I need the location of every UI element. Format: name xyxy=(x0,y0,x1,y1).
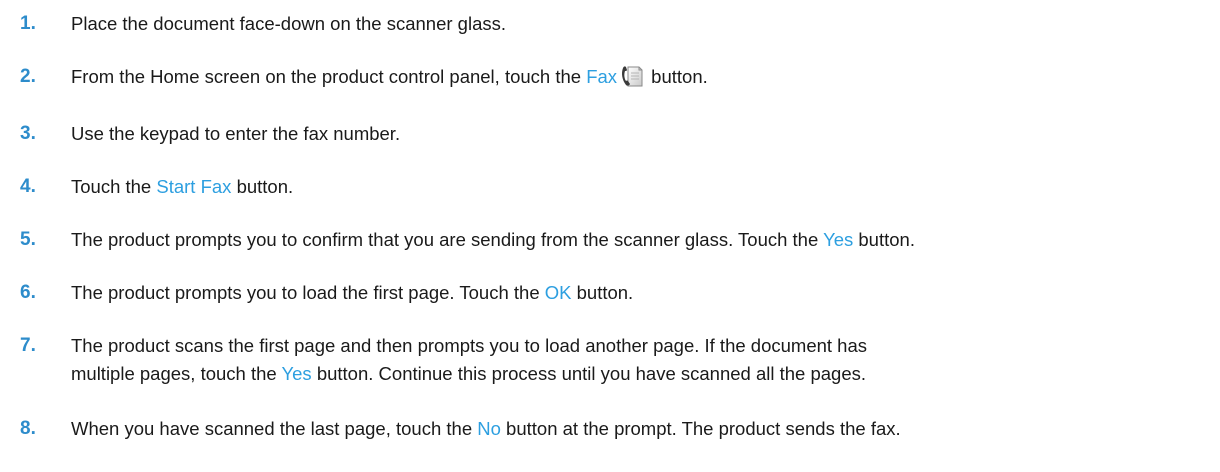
step-text-after: button. Continue this process until you … xyxy=(311,363,867,384)
step-number: 8. xyxy=(20,418,36,439)
step-text: From the Home screen on the product cont… xyxy=(71,63,1211,91)
step-text-body: Place the document face-down on the scan… xyxy=(71,13,507,34)
step-text-before: The product prompts you to load the firs… xyxy=(71,282,545,303)
step-number: 6. xyxy=(20,282,36,303)
step-text: When you have scanned the last page, tou… xyxy=(71,415,1211,443)
step-number: 7. xyxy=(20,335,36,356)
step-text-after: button. xyxy=(853,229,915,250)
step-text-after: button. xyxy=(571,282,634,303)
step-text-after: button. xyxy=(646,66,708,87)
fax-icon xyxy=(620,64,644,88)
step-text: The product prompts you to confirm that … xyxy=(71,226,1211,254)
yes-button-reference: Yes xyxy=(823,229,854,250)
step-text: Use the keypad to enter the fax number. xyxy=(71,120,1211,148)
step-text: The product prompts you to load the firs… xyxy=(71,279,1211,307)
step-number: 4. xyxy=(20,176,36,197)
no-button-reference: No xyxy=(477,418,501,439)
start-fax-button-reference: Start Fax xyxy=(156,176,232,197)
step-text-before: From the Home screen on the product cont… xyxy=(71,66,587,87)
step-text: The product scans the first page and the… xyxy=(71,332,1211,388)
step-text-after: button at the prompt. The product sends … xyxy=(500,418,901,439)
step-text-before: multiple pages, touch the xyxy=(71,363,282,384)
step-number: 3. xyxy=(20,123,36,144)
step-text-before: Touch the xyxy=(71,176,157,197)
step-text-line1: The product scans the first page and the… xyxy=(71,335,868,356)
yes-button-reference: Yes xyxy=(281,363,312,384)
step-number: 2. xyxy=(20,66,36,87)
step-text-body: Use the keypad to enter the fax number. xyxy=(71,123,401,144)
step-text: Place the document face-down on the scan… xyxy=(71,10,1211,38)
step-text-before: The product prompts you to confirm that … xyxy=(71,229,824,250)
fax-button-reference: Fax xyxy=(586,66,618,87)
ok-button-reference: OK xyxy=(544,282,572,303)
step-text: Touch the Start Fax button. xyxy=(71,173,1211,201)
step-text-before: When you have scanned the last page, tou… xyxy=(71,418,478,439)
step-number: 5. xyxy=(20,229,36,250)
step-text-after: button. xyxy=(231,176,294,197)
step-number: 1. xyxy=(20,13,36,34)
